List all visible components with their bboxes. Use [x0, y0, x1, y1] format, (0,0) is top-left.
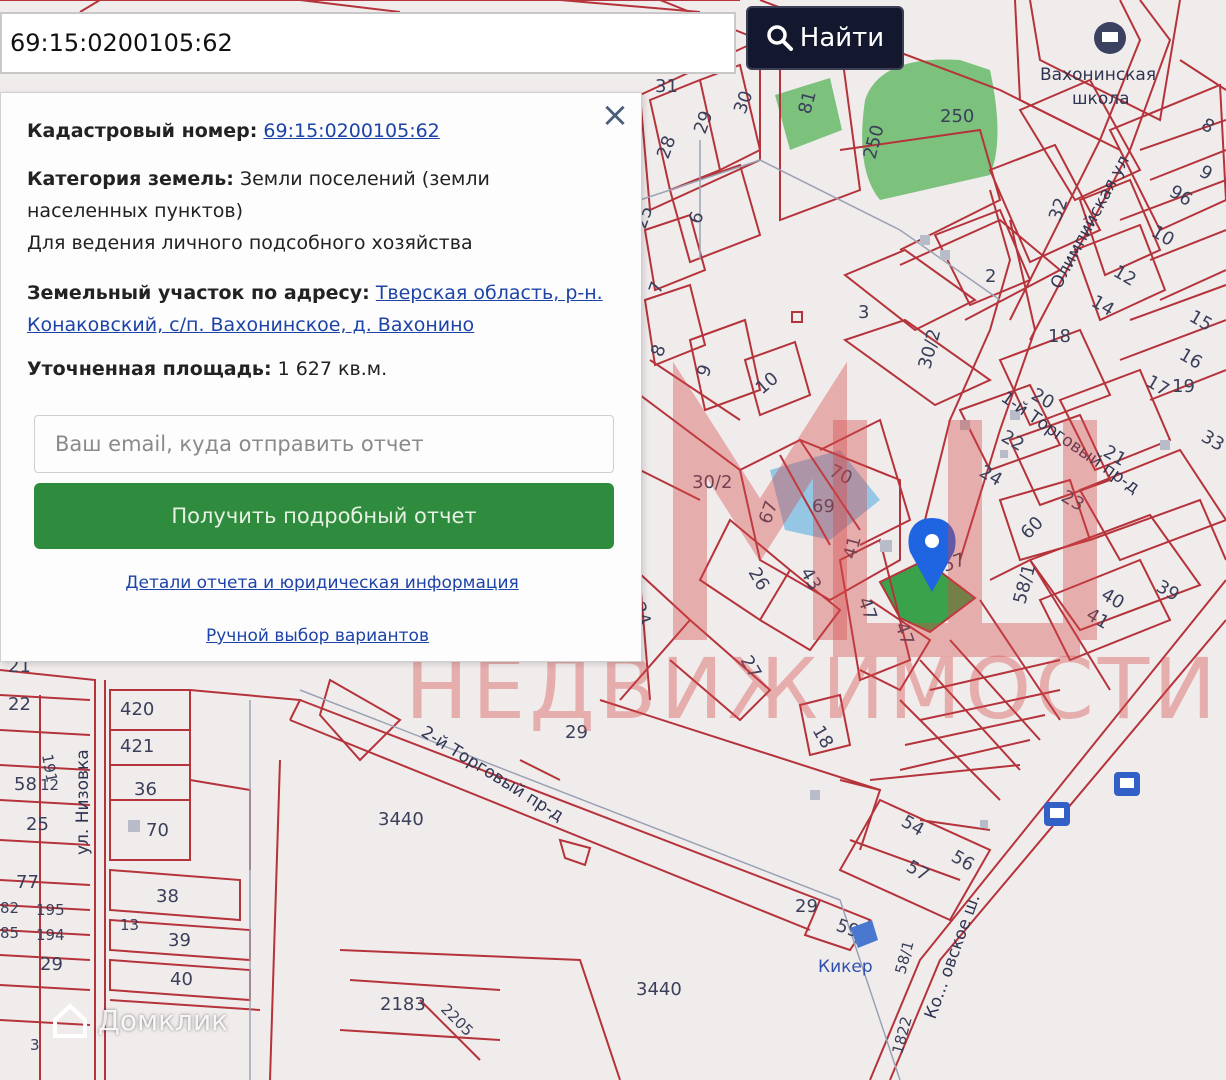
search-icon	[767, 25, 793, 51]
get-report-button[interactable]: Получить подробный отчет	[34, 483, 614, 549]
manual-selection-link[interactable]: Ручной выбор вариантов	[206, 626, 429, 646]
house-icon	[53, 1003, 87, 1038]
area-value: 1 627 кв.м.	[277, 358, 388, 380]
category-value: Земли поселений (земли	[239, 168, 490, 190]
cadastral-search-input[interactable]	[0, 12, 736, 74]
report-details-link[interactable]: Детали отчета и юридическая информация	[125, 573, 518, 593]
address-link-cont[interactable]: Конаковский, с/п. Вахонинское, д. Вахони…	[27, 314, 474, 336]
address-link[interactable]: Тверская область, р-н.	[376, 282, 603, 304]
domclick-watermark: Домклик	[50, 1000, 228, 1040]
category-label: Категория земель:	[27, 168, 234, 190]
cadastral-label: Кадастровый номер:	[27, 120, 258, 142]
permitted-use: Для ведения личного подсобного хозяйства	[27, 232, 473, 254]
category-value-cont: населенных пунктов)	[27, 200, 244, 222]
parcel-info-popup: × Кадастровый номер: 69:15:0200105:62 Ка…	[0, 92, 642, 662]
find-button-label: Найти	[799, 23, 885, 53]
area-label: Уточненная площадь:	[27, 358, 272, 380]
address-label: Земельный участок по адресу:	[27, 282, 370, 304]
domclick-brand: Домклик	[98, 1003, 229, 1037]
cadastral-number-link[interactable]: 69:15:0200105:62	[263, 120, 439, 142]
email-field[interactable]	[34, 415, 614, 473]
find-button[interactable]: Найти	[746, 6, 904, 70]
